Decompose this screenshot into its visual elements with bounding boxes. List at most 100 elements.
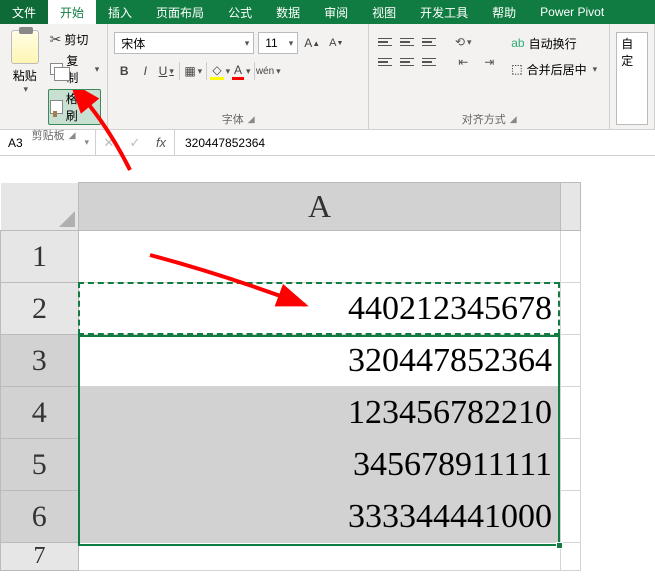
font-group-label: 字体 — [222, 111, 244, 127]
row-header-3[interactable]: 3 — [1, 335, 79, 387]
cell-b6[interactable] — [561, 491, 581, 543]
align-center-button[interactable] — [397, 52, 417, 72]
border-button[interactable]: ▦▾ — [183, 60, 203, 82]
cut-label: 剪切 — [64, 31, 88, 48]
align-top-button[interactable] — [375, 32, 395, 52]
fill-handle[interactable] — [556, 542, 563, 549]
align-middle-button[interactable] — [397, 32, 417, 52]
menubar: 文件 开始 插入 页面布局 公式 数据 审阅 视图 开发工具 帮助 Power … — [0, 0, 655, 24]
menu-powerpivot[interactable]: Power Pivot — [528, 0, 616, 24]
wrap-text-button[interactable]: ab 自动换行 — [511, 32, 603, 54]
align-bottom-button[interactable] — [419, 32, 439, 52]
menu-help[interactable]: 帮助 — [480, 0, 528, 24]
merge-center-button[interactable]: ⬚ 合并后居中 ▾ — [511, 58, 603, 80]
format-painter-button[interactable]: 格式刷 — [48, 89, 102, 125]
cell-b7[interactable] — [561, 543, 581, 571]
font-color-icon: A — [232, 63, 244, 80]
menu-insert[interactable]: 插入 — [96, 0, 144, 24]
chevron-down-icon: ▾ — [84, 137, 89, 148]
font-color-button[interactable]: A▾ — [231, 60, 251, 82]
cell-b5[interactable] — [561, 439, 581, 491]
chevron-down-icon: ▾ — [289, 38, 294, 49]
cell-a1[interactable] — [79, 231, 561, 283]
fill-color-button[interactable]: ◇▾ — [210, 60, 230, 82]
chevron-down-icon: ▾ — [245, 38, 250, 49]
font-size-value: 11 — [265, 36, 277, 50]
column-header-a[interactable]: A — [79, 183, 561, 231]
chevron-down-icon: ▾ — [593, 64, 598, 75]
worksheet-grid: A 1 2 440212345678 3 320447852364 4 1234… — [0, 182, 655, 571]
bucket-icon: ◇ — [210, 63, 223, 80]
cell-a3[interactable]: 320447852364 — [79, 335, 561, 387]
chevron-down-icon: ▾ — [24, 84, 29, 95]
row-header-5[interactable]: 5 — [1, 439, 79, 491]
dialog-launcher-icon[interactable]: ◢ — [248, 114, 255, 125]
underline-button[interactable]: U▾ — [156, 60, 176, 82]
formula-bar: A3 ▾ ✕ ✓ fx 320447852364 — [0, 130, 655, 156]
ribbon-group-number: 自定 — [610, 24, 655, 129]
phonetic-button[interactable]: wén▾ — [258, 60, 278, 82]
menu-formulas[interactable]: 公式 — [216, 0, 264, 24]
row-header-2[interactable]: 2 — [1, 283, 79, 335]
paste-icon — [11, 30, 39, 64]
fx-button[interactable]: fx — [148, 135, 174, 150]
cell-a7[interactable] — [79, 543, 561, 571]
paste-label: 粘贴 — [13, 67, 37, 84]
menu-data[interactable]: 数据 — [264, 0, 312, 24]
row-header-1[interactable]: 1 — [1, 231, 79, 283]
copy-label: 复制 — [66, 52, 89, 86]
orientation-button[interactable]: ⟲▾ — [451, 32, 475, 52]
chevron-down-icon: ▾ — [95, 64, 100, 75]
cell-b2[interactable] — [561, 283, 581, 335]
decrease-indent-button[interactable]: ⇤ — [451, 52, 475, 72]
cell-a6[interactable]: 333344441000 — [79, 491, 561, 543]
paste-button[interactable]: 粘贴 ▾ — [6, 28, 44, 125]
shrink-font-button[interactable]: A▼ — [326, 32, 346, 54]
brush-icon — [50, 100, 63, 114]
cell-a5[interactable]: 345678911111 — [79, 439, 561, 491]
cell-a4[interactable]: 123456782210 — [79, 387, 561, 439]
cancel-formula-button[interactable]: ✕ — [96, 135, 122, 151]
merge-icon: ⬚ — [511, 62, 522, 76]
copy-button[interactable]: 复制 ▾ — [48, 51, 102, 87]
formula-value: 320447852364 — [185, 136, 265, 150]
menu-review[interactable]: 审阅 — [312, 0, 360, 24]
scissors-icon: ✂ — [50, 31, 62, 48]
wrap-label: 自动换行 — [529, 35, 577, 52]
accept-formula-button[interactable]: ✓ — [122, 135, 148, 151]
alignment-group-label: 对齐方式 — [462, 111, 506, 127]
menu-view[interactable]: 视图 — [360, 0, 408, 24]
merge-label: 合并后居中 — [527, 61, 587, 78]
cell-a2[interactable]: 440212345678 — [79, 283, 561, 335]
increase-indent-button[interactable]: ⇥ — [477, 52, 501, 72]
formula-input[interactable]: 320447852364 — [175, 130, 655, 155]
font-size-select[interactable]: 11 ▾ — [258, 32, 298, 54]
dialog-launcher-icon[interactable]: ◢ — [510, 114, 517, 125]
menu-home[interactable]: 开始 — [48, 0, 96, 24]
select-all-corner[interactable] — [1, 183, 79, 231]
cell-b4[interactable] — [561, 387, 581, 439]
align-left-button[interactable] — [375, 52, 395, 72]
row-header-6[interactable]: 6 — [1, 491, 79, 543]
ribbon-group-alignment: ⟲▾ ⇤ ⇥ ab 自动换行 ⬚ 合并后居中 — [369, 24, 610, 129]
font-name-select[interactable]: 宋体 ▾ — [114, 32, 254, 54]
name-box-value: A3 — [8, 136, 23, 150]
number-format-select[interactable]: 自定 — [616, 32, 648, 125]
column-header-b[interactable] — [561, 183, 581, 231]
grow-font-button[interactable]: A▲ — [302, 32, 322, 54]
menu-devtools[interactable]: 开发工具 — [408, 0, 480, 24]
font-name-value: 宋体 — [121, 35, 145, 52]
copy-icon — [50, 63, 64, 75]
menu-file[interactable]: 文件 — [0, 0, 48, 24]
menu-page-layout[interactable]: 页面布局 — [144, 0, 216, 24]
cell-b3[interactable] — [561, 335, 581, 387]
row-header-4[interactable]: 4 — [1, 387, 79, 439]
name-box[interactable]: A3 ▾ — [0, 130, 96, 155]
row-header-7[interactable]: 7 — [1, 543, 79, 571]
align-right-button[interactable] — [419, 52, 439, 72]
italic-button[interactable]: I — [135, 60, 155, 82]
cut-button[interactable]: ✂ 剪切 — [48, 30, 102, 49]
format-painter-label: 格式刷 — [66, 90, 99, 124]
bold-button[interactable]: B — [114, 60, 134, 82]
cell-b1[interactable] — [561, 231, 581, 283]
